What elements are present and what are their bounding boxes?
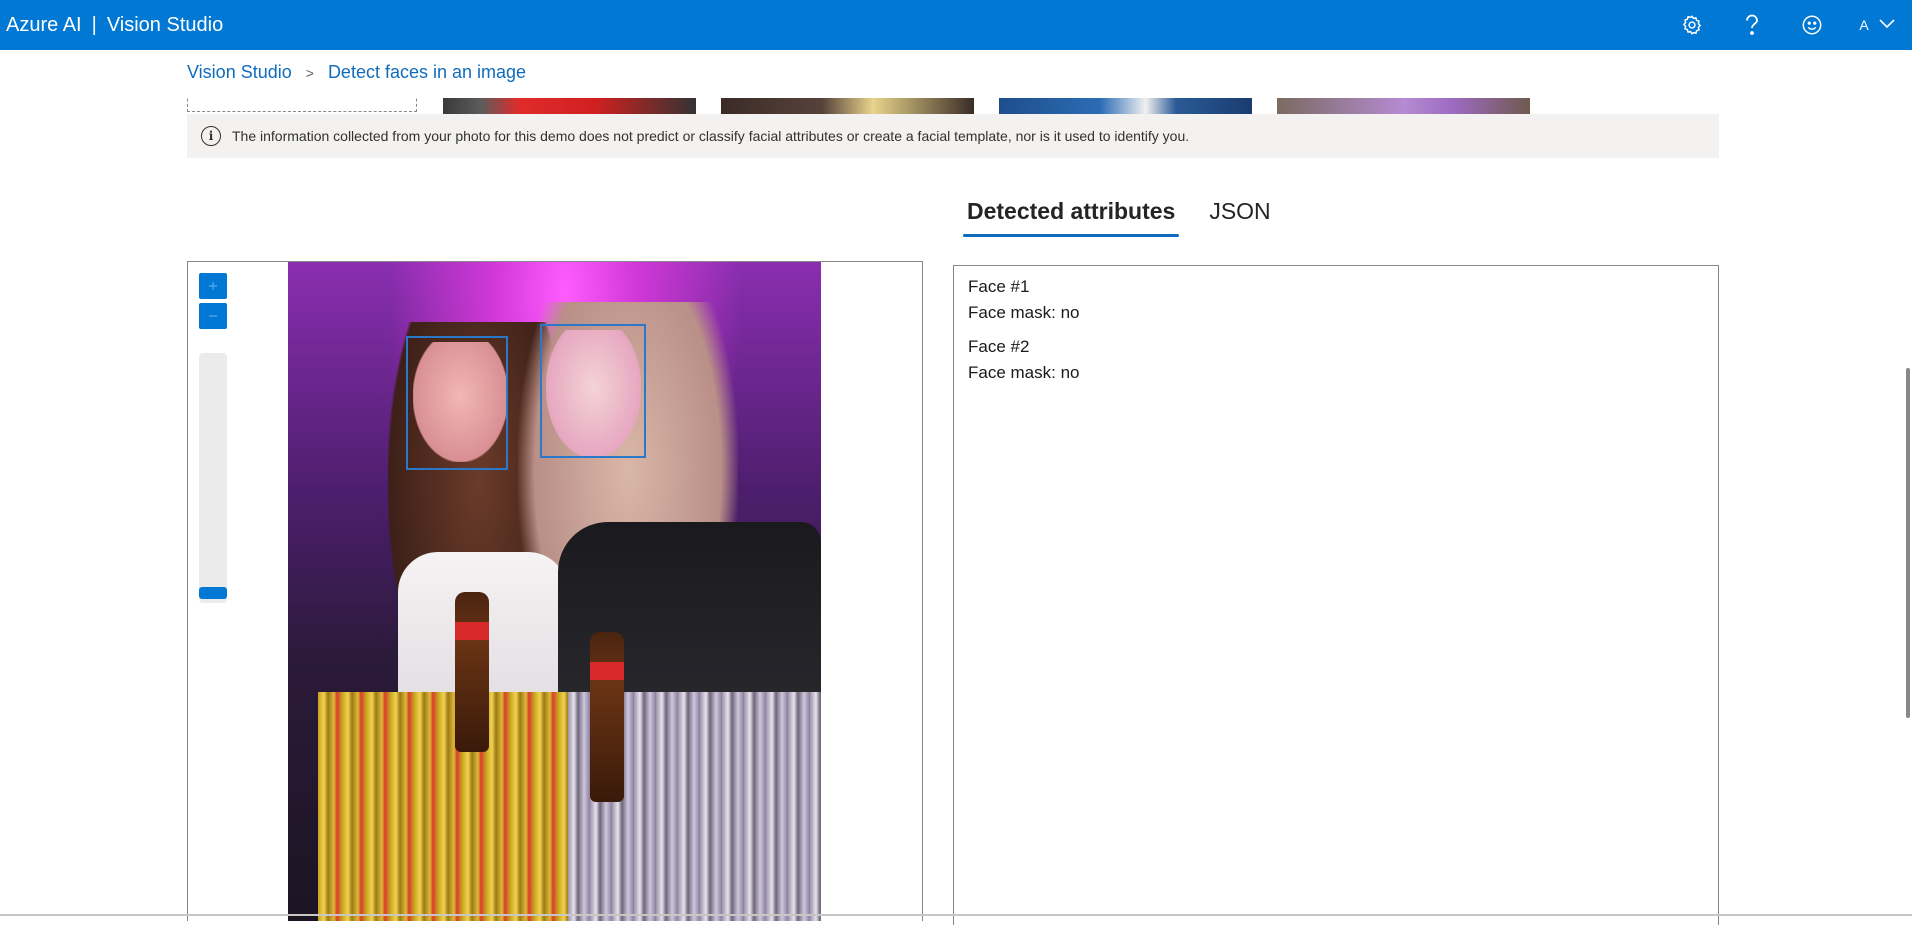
tab-json[interactable]: JSON <box>1205 198 1274 237</box>
info-banner-text: The information collected from your phot… <box>232 128 1190 144</box>
sample-image-thumbnail[interactable] <box>1277 98 1530 114</box>
sample-image-thumbnail[interactable] <box>999 98 1252 114</box>
minus-icon <box>208 308 218 324</box>
sample-image-thumbnail[interactable] <box>721 98 974 114</box>
brand-name: Azure AI <box>6 13 82 36</box>
face-result-2: Face #2 Face mask: no <box>968 334 1704 386</box>
breadcrumb-vision-studio[interactable]: Vision Studio <box>187 62 292 83</box>
face-result-1: Face #1 Face mask: no <box>968 274 1704 326</box>
face-mask-value: Face mask: no <box>968 303 1080 322</box>
gear-icon[interactable] <box>1662 0 1722 50</box>
info-banner: i The information collected from your ph… <box>187 114 1719 158</box>
image-viewer <box>187 261 923 921</box>
sample-thumbnails <box>0 98 1912 114</box>
page-scrollbar[interactable] <box>1906 368 1910 718</box>
zoom-slider[interactable] <box>199 353 227 603</box>
analyzed-photo <box>288 262 821 921</box>
sample-image-thumbnail[interactable] <box>443 98 696 114</box>
zoom-slider-handle[interactable] <box>199 587 227 599</box>
tab-detected-attributes[interactable]: Detected attributes <box>963 198 1180 237</box>
face-mask-value: Face mask: no <box>968 363 1080 382</box>
face-title: Face #2 <box>968 337 1030 356</box>
detected-attributes-panel: Face #1 Face mask: no Face #2 Face mask:… <box>953 265 1719 925</box>
breadcrumb: Vision Studio > Detect faces in an image <box>187 62 526 83</box>
zoom-in-button[interactable] <box>199 273 227 299</box>
face-bounding-box-1[interactable] <box>406 336 508 470</box>
brand-separator: | <box>91 13 97 36</box>
top-icons: A <box>1662 0 1912 50</box>
face-title: Face #1 <box>968 277 1030 296</box>
plus-icon <box>208 278 218 294</box>
face-bounding-box-2[interactable] <box>540 324 646 458</box>
breadcrumb-separator: > <box>305 64 314 81</box>
result-tabs: Detected attributes JSON <box>963 198 1301 244</box>
smiley-icon[interactable] <box>1782 0 1842 50</box>
upload-dropzone[interactable] <box>187 98 417 112</box>
help-icon[interactable] <box>1722 0 1782 50</box>
zoom-out-button[interactable] <box>199 303 227 329</box>
avatar: A <box>1859 17 1869 33</box>
account-menu[interactable]: A <box>1842 0 1912 50</box>
top-bar: Azure AI | Vision Studio A <box>0 0 1912 50</box>
brand[interactable]: Azure AI | Vision Studio <box>6 0 223 50</box>
chevron-down-icon <box>1879 16 1895 34</box>
app-name: Vision Studio <box>106 13 224 36</box>
breadcrumb-detect-faces[interactable]: Detect faces in an image <box>328 62 526 83</box>
info-icon: i <box>201 126 221 146</box>
